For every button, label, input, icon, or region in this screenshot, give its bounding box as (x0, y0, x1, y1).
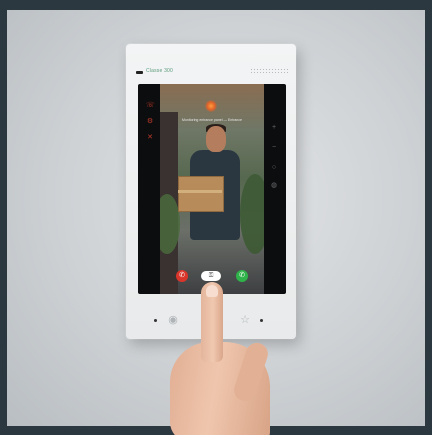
parcel-box (178, 176, 224, 212)
camera-icon[interactable]: ○ (270, 164, 278, 172)
frame-left (0, 0, 7, 435)
notification-text: Monitoring entrance panel — Entrance (182, 118, 242, 122)
answer-button[interactable]: ✆ (236, 270, 248, 282)
mic-icon[interactable]: ◍ (270, 182, 278, 190)
frame-right (425, 0, 432, 435)
brand-logo: Classe 300 (146, 68, 174, 74)
led-indicator (205, 100, 217, 112)
photo-scene: Classe 300 ☏ ⚙ ✕ Monitoring entrance pan… (0, 0, 432, 435)
speaker-grille (250, 68, 290, 75)
minus-icon[interactable]: − (270, 144, 278, 152)
indicator-dot-left (154, 319, 157, 322)
display-screen[interactable]: ☏ ⚙ ✕ Monitoring entrance panel — Entran… (138, 84, 286, 294)
courier-head (206, 126, 226, 152)
logo-mark (136, 71, 143, 74)
phone-icon[interactable]: ☏ (146, 102, 155, 110)
door-open-button[interactable]: ⚿ (201, 271, 221, 281)
frame-top (0, 0, 432, 10)
pressing-hand (170, 282, 274, 435)
camera-video-feed: Monitoring entrance panel — Entrance ⍾ ✆… (160, 84, 264, 294)
parcel-tape (178, 190, 222, 193)
fingernail (206, 285, 218, 297)
mute-icon[interactable]: ✕ (146, 134, 154, 142)
hangup-button[interactable]: ✆ (176, 270, 188, 282)
gear-icon[interactable]: ⚙ (146, 118, 154, 126)
plant-right (240, 174, 264, 254)
plus-icon[interactable]: + (270, 124, 278, 132)
